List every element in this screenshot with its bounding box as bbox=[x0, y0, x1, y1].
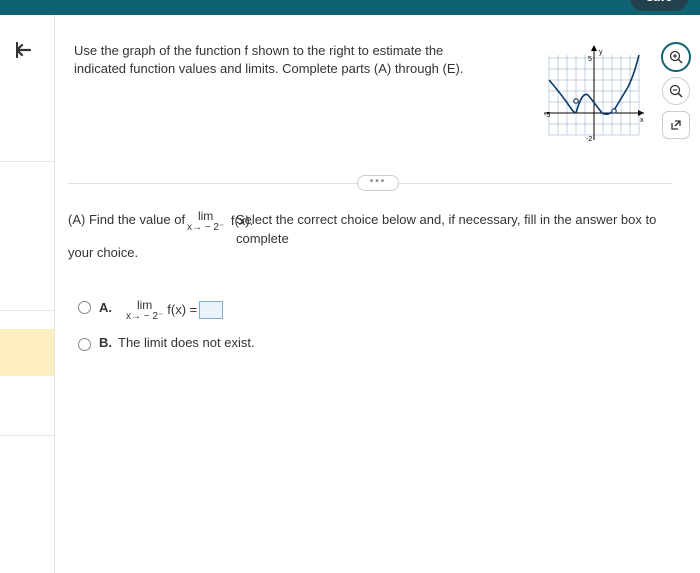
y-axis-label: y bbox=[599, 49, 603, 56]
choice-a-letter: A. bbox=[99, 299, 112, 318]
expand-button[interactable]: ••• bbox=[357, 175, 399, 191]
save-button[interactable]: Save bbox=[630, 0, 688, 11]
choice-b: B. The limit does not exist. bbox=[68, 334, 668, 353]
popout-button[interactable] bbox=[662, 111, 690, 139]
function-graph: y x -5 5 -2 bbox=[544, 45, 644, 145]
part-a-label: (A) Find the value of bbox=[68, 212, 185, 227]
graph-tools bbox=[662, 43, 692, 145]
choice-a-limit: lim x→ − 2⁻ bbox=[126, 299, 163, 322]
app-header: Save bbox=[0, 0, 700, 15]
choice-b-letter: B. bbox=[99, 334, 112, 353]
choice-a: A. lim x→ − 2⁻ f(x) = bbox=[68, 299, 668, 322]
gutter-divider bbox=[0, 435, 54, 436]
question-rest: Select the correct choice below and, if … bbox=[236, 211, 676, 249]
zoom-out-button[interactable] bbox=[662, 77, 690, 105]
question-prompt: Use the graph of the function f shown to… bbox=[74, 42, 474, 77]
zoom-in-button[interactable] bbox=[662, 43, 690, 71]
back-button[interactable] bbox=[16, 41, 34, 59]
choice-b-radio[interactable] bbox=[78, 338, 91, 351]
gutter-divider bbox=[0, 310, 54, 311]
y-tick-bottom: -2 bbox=[586, 136, 592, 143]
part-a-question: (A) Find the value of lim x→ − 2⁻ f(x). … bbox=[68, 211, 668, 365]
choice-b-text: The limit does not exist. bbox=[118, 334, 255, 353]
answer-input[interactable] bbox=[199, 301, 223, 319]
left-gutter bbox=[0, 15, 54, 573]
gutter-divider bbox=[0, 161, 54, 162]
choice-a-func: f(x) = bbox=[167, 301, 197, 320]
choice-a-radio[interactable] bbox=[78, 301, 91, 314]
vertical-divider bbox=[54, 15, 55, 573]
x-axis-label: x bbox=[640, 117, 644, 124]
x-tick-left: -5 bbox=[544, 112, 550, 119]
current-part-marker bbox=[0, 329, 54, 376]
y-tick-top: 5 bbox=[588, 56, 592, 63]
limit-expression: lim x→ − 2⁻ bbox=[187, 210, 224, 233]
